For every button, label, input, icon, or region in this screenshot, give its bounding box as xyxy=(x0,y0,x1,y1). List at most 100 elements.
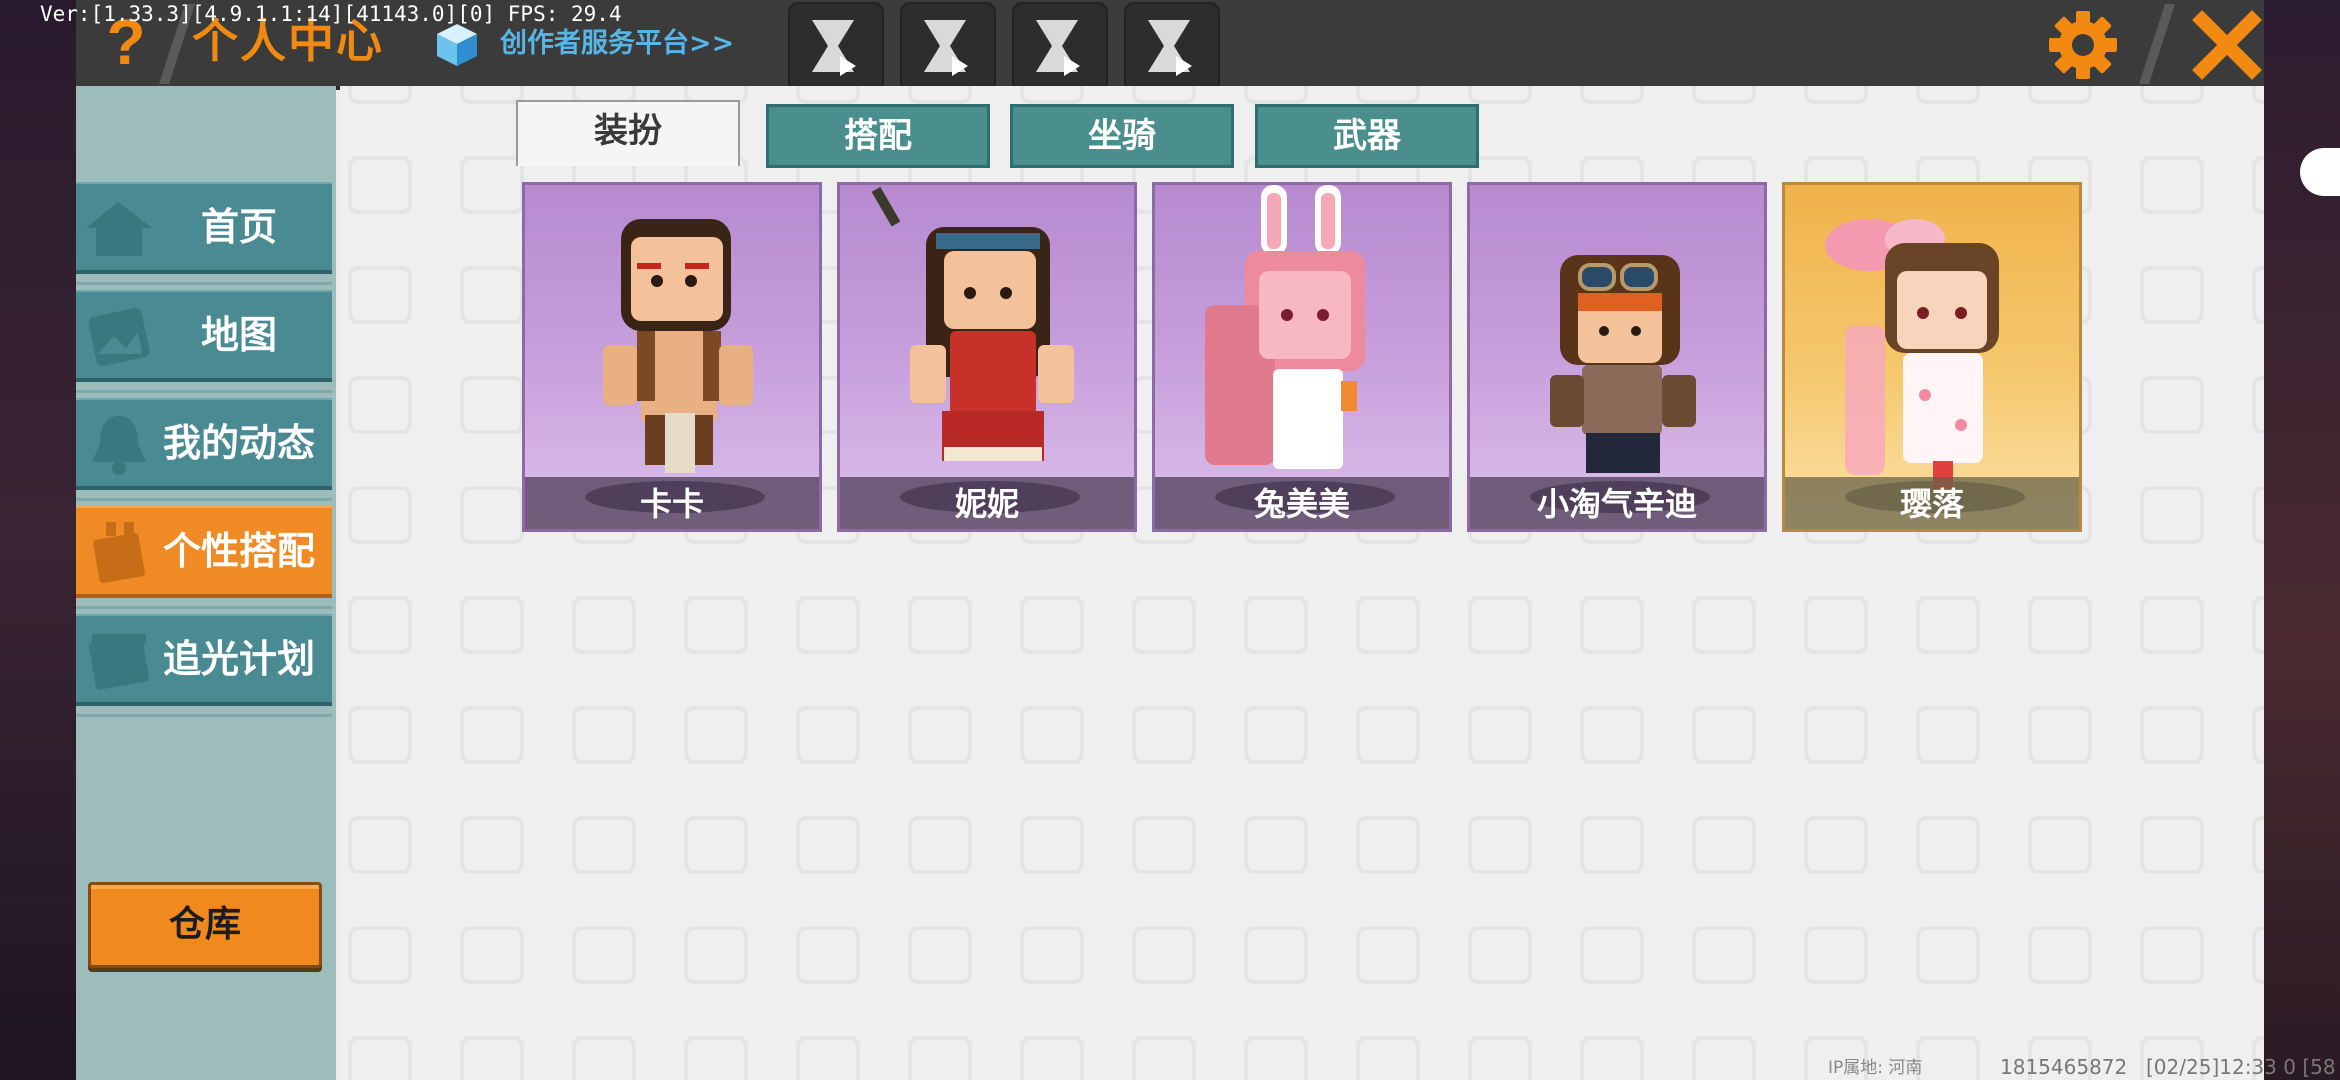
pattern-tile xyxy=(1244,816,1308,874)
hourglass-button-1[interactable] xyxy=(788,2,884,92)
pattern-tile xyxy=(2140,596,2204,654)
sidebar-item-chase-light[interactable]: 追光计划 xyxy=(76,614,332,706)
pattern-tile xyxy=(1692,816,1756,874)
pattern-tile xyxy=(1020,816,1084,874)
plan-icon xyxy=(88,634,150,690)
pattern-tile xyxy=(796,926,860,984)
pattern-tile xyxy=(2028,86,2092,104)
pattern-tile xyxy=(684,706,748,764)
pattern-tile xyxy=(1244,596,1308,654)
pattern-tile xyxy=(460,926,524,984)
timestamp-text: [02/25]12:33 0 [58 xyxy=(2146,1055,2336,1079)
pattern-tile xyxy=(1916,86,1980,104)
sidebar-item-home[interactable]: 首页 xyxy=(76,182,332,274)
pattern-tile xyxy=(2140,816,2204,874)
gear-icon[interactable] xyxy=(2044,6,2122,84)
pattern-tile xyxy=(1356,926,1420,984)
pattern-tile xyxy=(1020,86,1084,104)
pattern-tile xyxy=(2140,376,2204,434)
tab-weapon[interactable]: 武器 xyxy=(1255,104,1479,168)
hourglass-button-3[interactable] xyxy=(1012,2,1108,92)
hourglass-button-4[interactable] xyxy=(1124,2,1220,92)
pattern-tile xyxy=(348,706,412,764)
close-icon[interactable] xyxy=(2188,6,2266,84)
pattern-tile xyxy=(1244,706,1308,764)
character-card[interactable]: 小淘气辛迪 xyxy=(1467,182,1767,532)
character-card[interactable]: 卡卡 xyxy=(522,182,822,532)
pattern-tile xyxy=(908,816,972,874)
pattern-tile xyxy=(1916,926,1980,984)
sidebar-item-outfit[interactable]: 个性搭配 xyxy=(76,506,332,598)
pattern-tile xyxy=(2140,486,2204,544)
pattern-tile xyxy=(460,1036,524,1080)
cube-icon xyxy=(437,24,477,66)
character-name: 卡卡 xyxy=(639,485,704,523)
character-name: 妮妮 xyxy=(954,485,1019,523)
pattern-tile xyxy=(460,486,524,544)
pattern-tile xyxy=(460,376,524,434)
pattern-tile xyxy=(2252,926,2264,984)
pattern-tile xyxy=(2252,486,2264,544)
sidebar-item-label: 首页 xyxy=(200,205,277,249)
pattern-tile xyxy=(796,1036,860,1080)
sidebar: 首页 地图 我的动态 个性搭配 追光计划 仓库 xyxy=(76,86,336,1080)
creator-platform-link[interactable]: 创作者服务平台>> xyxy=(500,24,734,64)
pattern-tile xyxy=(2252,266,2264,324)
pattern-tile xyxy=(460,816,524,874)
pattern-tile xyxy=(1804,816,1868,874)
sidebar-item-map[interactable]: 地图 xyxy=(76,290,332,382)
pattern-tile xyxy=(908,86,972,104)
pattern-tile xyxy=(1468,1036,1532,1080)
map-icon xyxy=(88,308,150,366)
floating-side-handle[interactable] xyxy=(2300,148,2340,196)
pattern-tile xyxy=(460,706,524,764)
pattern-tile xyxy=(460,266,524,324)
pattern-tile xyxy=(1132,816,1196,874)
divider xyxy=(76,714,332,717)
warehouse-label: 仓库 xyxy=(168,904,241,945)
tab-dress-up[interactable]: 装扮 xyxy=(516,100,740,166)
divider xyxy=(76,498,332,501)
pattern-tile xyxy=(348,1036,412,1080)
pattern-tile xyxy=(796,706,860,764)
tab-mount[interactable]: 坐骑 xyxy=(1010,104,1234,168)
ip-location-text: IP属地: 河南 xyxy=(1828,1058,1923,1078)
pattern-tile xyxy=(1356,596,1420,654)
pattern-tile xyxy=(1132,706,1196,764)
character-name: 小淘气辛迪 xyxy=(1536,485,1697,523)
sidebar-item-my-updates[interactable]: 我的动态 xyxy=(76,398,332,490)
pattern-tile xyxy=(1692,596,1756,654)
hourglass-play-icon xyxy=(812,20,856,76)
pattern-tile xyxy=(348,266,412,324)
pattern-tile xyxy=(1020,926,1084,984)
pattern-tile xyxy=(1132,1036,1196,1080)
pattern-tile xyxy=(908,706,972,764)
pattern-tile xyxy=(1468,926,1532,984)
divider xyxy=(76,606,332,609)
pattern-tile xyxy=(1804,596,1868,654)
pattern-tile xyxy=(2252,86,2264,104)
pattern-tile xyxy=(2252,376,2264,434)
pattern-tile xyxy=(2252,816,2264,874)
pattern-tile xyxy=(348,86,412,104)
pattern-tile xyxy=(2252,706,2264,764)
character-card[interactable]: 妮妮 xyxy=(837,182,1137,532)
pattern-tile xyxy=(348,816,412,874)
content-area: 装扮 搭配 坐骑 武器 卡卡 妮妮 兔美美 小淘气辛迪 璎落 xyxy=(340,86,2264,1080)
character-card[interactable]: 兔美美 xyxy=(1152,182,1452,532)
character-card[interactable]: 璎落 xyxy=(1782,182,2082,532)
game-background-left xyxy=(0,0,76,1080)
pattern-tile xyxy=(1580,596,1644,654)
pattern-tile xyxy=(796,596,860,654)
hourglass-button-2[interactable] xyxy=(900,2,996,92)
user-id-text: 1815465872 xyxy=(2000,1055,2128,1079)
pattern-tile xyxy=(2252,596,2264,654)
pattern-tile xyxy=(2028,596,2092,654)
pattern-tile xyxy=(1244,86,1308,104)
pattern-tile xyxy=(684,816,748,874)
tab-label: 坐骑 xyxy=(1088,116,1156,156)
warehouse-button[interactable]: 仓库 xyxy=(88,882,322,968)
pattern-tile xyxy=(348,156,412,214)
tab-match[interactable]: 搭配 xyxy=(766,104,990,168)
pattern-tile xyxy=(908,596,972,654)
